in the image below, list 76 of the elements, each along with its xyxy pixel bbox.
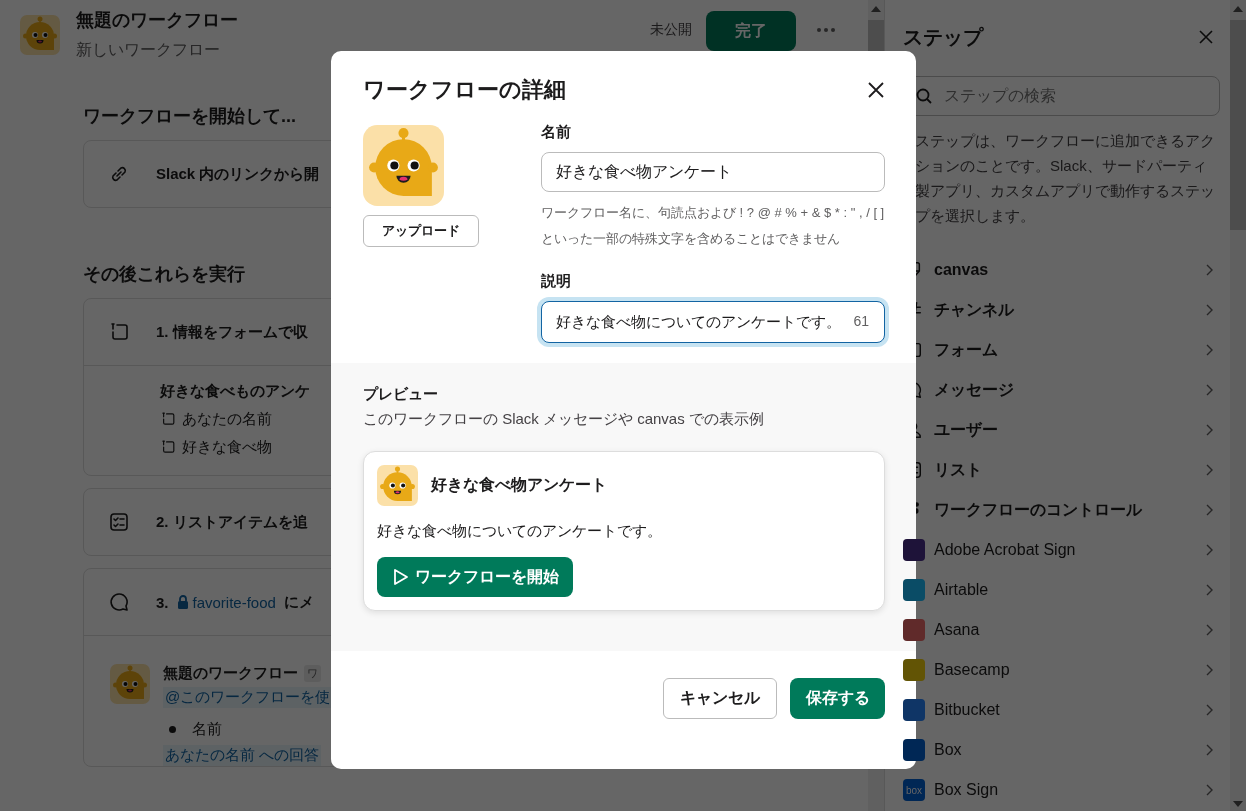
preview-title: 好きな食べ物アンケート [431, 475, 607, 496]
preview-heading: プレビュー [363, 385, 439, 404]
status-label: 未公開 [650, 21, 692, 39]
chevron-right-icon [1206, 544, 1214, 556]
save-button[interactable]: 保存する [790, 678, 885, 719]
dialog-title: ワークフローの詳細 [363, 76, 566, 104]
robot-icon [110, 664, 150, 704]
section-heading: ワークフローを開始して... [83, 105, 296, 128]
sender-name: 無題のワークフロー [163, 664, 298, 683]
form-icon [160, 439, 176, 455]
character-count: 61 [853, 313, 869, 329]
play-icon [391, 568, 409, 586]
app-logo-icon: box [903, 779, 925, 801]
speech-bubble-icon [108, 591, 130, 613]
step-category[interactable]: Adobe Acrobat Sign [903, 530, 1220, 570]
chevron-right-icon [1206, 664, 1214, 676]
checklist-icon [108, 511, 130, 533]
step-number: 3. [156, 593, 169, 611]
start-workflow-button[interactable]: ワークフローを開始 [377, 557, 573, 597]
preview-text: 好きな食べ物についてのアンケートです。 [377, 522, 663, 541]
chevron-right-icon [1206, 424, 1214, 436]
field-hint: ワークフロー名に、句読点および ! ? @ # % + & $ * : " , / [ ] といった一部の特殊文字を含めることはできません [541, 204, 885, 248]
lock-icon [176, 595, 189, 609]
step-category[interactable]: Airtable [903, 570, 1220, 610]
chevron-right-icon [1206, 704, 1214, 716]
mention-text: @このワークフローを使 [163, 687, 333, 708]
chevron-right-icon [1206, 504, 1214, 516]
robot-icon [20, 15, 60, 55]
cancel-button[interactable]: キャンセル [663, 678, 777, 719]
workflow-title: 無題のワークフロー [76, 8, 239, 32]
chevron-right-icon [1206, 584, 1214, 596]
channel-link[interactable]: favorite-food [192, 593, 276, 611]
scroll-up-icon[interactable] [1233, 6, 1243, 12]
section-heading: その後これらを実行 [83, 263, 245, 286]
robot-icon [363, 125, 444, 206]
robot-icon [377, 465, 418, 506]
chevron-right-icon [1206, 304, 1214, 316]
bullet-dot [169, 726, 176, 733]
step-category[interactable]: Box [903, 730, 1220, 770]
step-category[interactable]: Basecamp [903, 650, 1220, 690]
form-title: 好きな食べものアンケ [160, 382, 310, 401]
bullet-text: 名前 [192, 720, 222, 739]
step-category[interactable]: box Box Sign [903, 770, 1220, 810]
step-title: にメ [283, 592, 314, 612]
trigger-text: Slack 内のリンクから開 [156, 164, 320, 184]
form-icon [108, 321, 130, 343]
name-field[interactable]: 好きな食べ物アンケート [541, 152, 885, 192]
step-title: 1. 情報をフォームで収 [156, 322, 308, 342]
form-field-label: あなたの名前 [182, 409, 272, 429]
panel-title: ステップ [903, 24, 983, 50]
more-icon[interactable] [816, 27, 836, 33]
close-icon[interactable] [867, 81, 885, 99]
chevron-right-icon [1206, 264, 1214, 276]
search-icon [915, 87, 933, 105]
variable-text: あなたの名前 への回答 [163, 745, 322, 766]
step-category[interactable]: Asana [903, 610, 1220, 650]
chevron-right-icon [1206, 344, 1214, 356]
chevron-right-icon [1206, 464, 1214, 476]
upload-button[interactable]: アップロード [363, 215, 479, 247]
scrollbar-thumb[interactable] [1230, 20, 1246, 230]
form-icon [160, 411, 176, 427]
preview-subtitle: このワークフローの Slack メッセージや canvas での表示例 [363, 410, 765, 429]
field-label: 説明 [541, 272, 572, 291]
chevron-right-icon [1206, 744, 1214, 756]
done-button[interactable]: 完了 [706, 11, 796, 51]
scroll-up-icon[interactable] [871, 6, 881, 12]
chevron-right-icon [1206, 384, 1214, 396]
workflow-subtitle: 新しいワークフロー [76, 39, 221, 60]
form-field-label: 好きな食べ物 [182, 437, 272, 457]
field-label: 名前 [541, 123, 572, 142]
scroll-down-icon[interactable] [1233, 801, 1243, 807]
step-category[interactable]: Bitbucket [903, 690, 1220, 730]
chevron-right-icon [1206, 784, 1214, 796]
chevron-right-icon [1206, 624, 1214, 636]
panel-description: ステップは、ワークフローに追加できるアクションのことです。Slack、サードパーティ製アプリ、カスタムアプリで動作するステップを選択します。 [914, 131, 1216, 226]
step-title: 2. リストアイテムを追 [156, 512, 308, 532]
